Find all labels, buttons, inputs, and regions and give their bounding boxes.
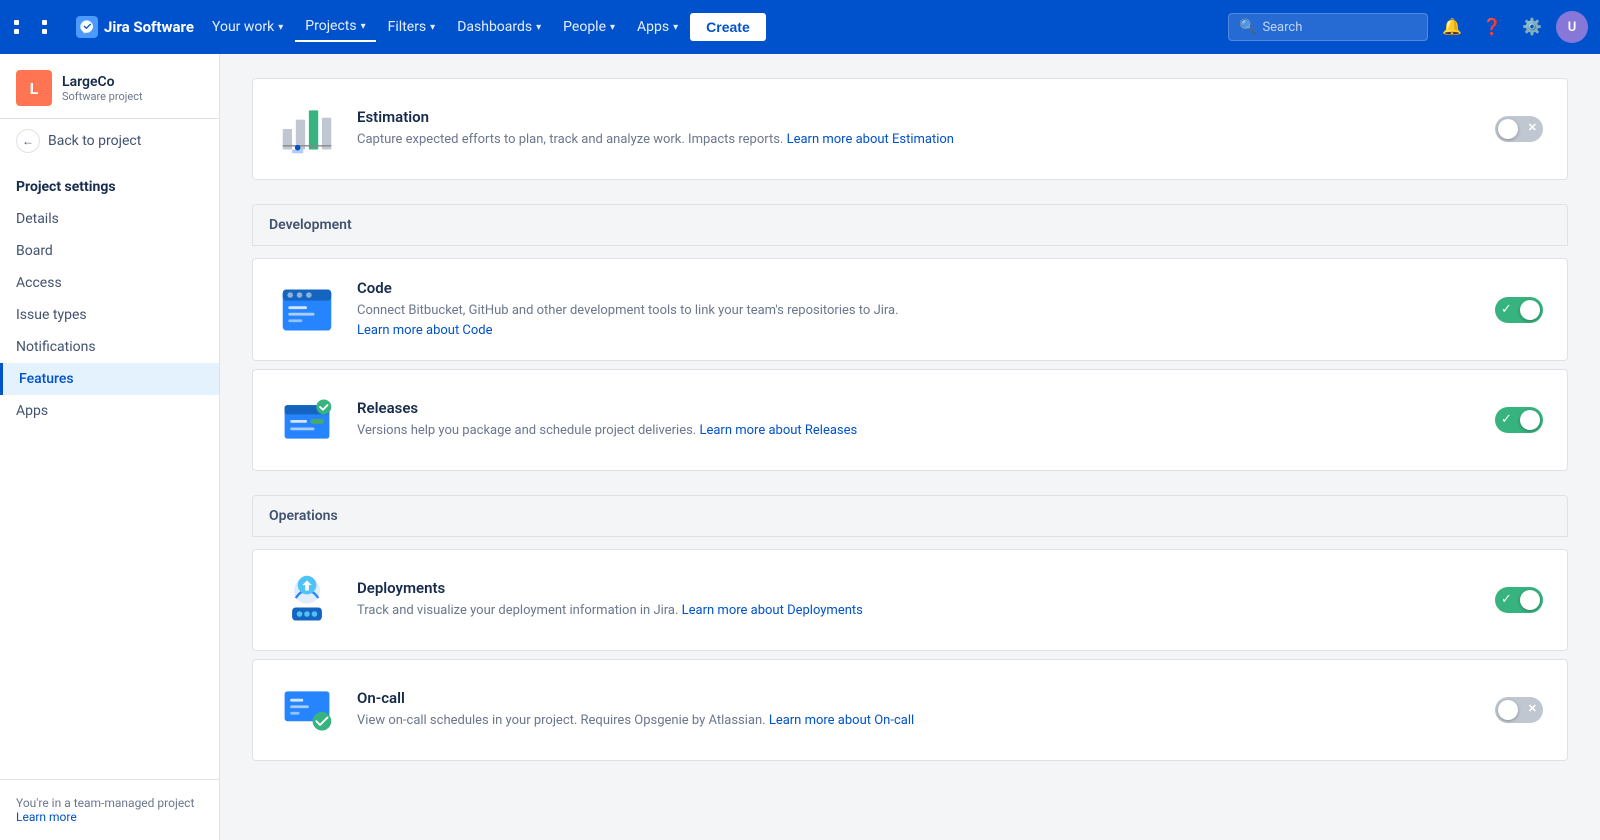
search-box[interactable]: 🔍 Search bbox=[1228, 13, 1428, 41]
nav-links: Your work ▾ Projects ▾ Filters ▾ Dashboa… bbox=[202, 12, 1220, 42]
operations-section-title: Operations bbox=[252, 495, 1568, 537]
oncall-icon-wrap bbox=[277, 680, 337, 740]
estimation-text: Estimation Capture expected efforts to p… bbox=[357, 108, 1475, 150]
sidebar-project: L LargeCo Software project bbox=[0, 54, 219, 119]
code-learn-more-link[interactable]: Learn more about Code bbox=[357, 323, 493, 338]
releases-icon-wrap bbox=[277, 390, 337, 450]
estimation-desc: Capture expected efforts to plan, track … bbox=[357, 130, 1475, 150]
estimation-section: Estimation Capture expected efforts to p… bbox=[252, 78, 1568, 180]
chevron-down-icon: ▾ bbox=[278, 22, 283, 33]
nav-people[interactable]: People ▾ bbox=[553, 13, 625, 41]
estimation-toggle-track: ✕ bbox=[1495, 116, 1543, 142]
deployments-toggle-track: ✓ bbox=[1495, 587, 1543, 613]
project-info: LargeCo Software project bbox=[62, 74, 143, 103]
deployments-toggle-thumb bbox=[1520, 590, 1540, 610]
chevron-down-icon: ▾ bbox=[536, 22, 541, 33]
main-content: Estimation Capture expected efforts to p… bbox=[220, 54, 1600, 840]
sidebar-item-details[interactable]: Details bbox=[0, 203, 219, 235]
top-navigation: Jira Software Your work ▾ Projects ▾ Fil… bbox=[0, 0, 1600, 54]
chevron-down-icon: ▾ bbox=[610, 22, 615, 33]
releases-name: Releases bbox=[357, 399, 1475, 417]
back-arrow-icon: ← bbox=[16, 129, 40, 153]
estimation-learn-more-link[interactable]: Learn more about Estimation bbox=[787, 132, 954, 147]
sidebar-footer: You're in a team-managed project Learn m… bbox=[0, 779, 219, 840]
releases-learn-more-link[interactable]: Learn more about Releases bbox=[699, 423, 857, 438]
settings-button[interactable]: ⚙️ bbox=[1516, 11, 1548, 43]
project-type: Software project bbox=[62, 90, 143, 103]
chevron-down-icon: ▾ bbox=[673, 22, 678, 33]
search-placeholder: Search bbox=[1262, 20, 1302, 35]
sidebar-item-issue-types[interactable]: Issue types bbox=[0, 299, 219, 331]
releases-toggle-thumb bbox=[1520, 410, 1540, 430]
deployments-name: Deployments bbox=[357, 579, 1475, 597]
sidebar-item-features[interactable]: Features bbox=[0, 363, 219, 395]
oncall-card: On-call View on-call schedules in your p… bbox=[252, 659, 1568, 761]
chevron-down-icon: ▾ bbox=[361, 21, 366, 32]
project-icon: L bbox=[16, 70, 52, 106]
oncall-text: On-call View on-call schedules in your p… bbox=[357, 689, 1475, 731]
search-icon: 🔍 bbox=[1239, 19, 1256, 35]
sidebar-item-access[interactable]: Access bbox=[0, 267, 219, 299]
grid-icon[interactable] bbox=[12, 18, 68, 36]
deployments-toggle[interactable]: ✓ bbox=[1495, 587, 1543, 613]
estimation-icon-wrap bbox=[277, 99, 337, 159]
deployments-desc: Track and visualize your deployment info… bbox=[357, 601, 1475, 621]
chevron-down-icon: ▾ bbox=[430, 22, 435, 33]
sidebar: L LargeCo Software project ← Back to pro… bbox=[0, 54, 220, 840]
sidebar-section-title: Project settings bbox=[0, 163, 219, 203]
deployments-text: Deployments Track and visualize your dep… bbox=[357, 579, 1475, 621]
app-logo[interactable]: Jira Software bbox=[76, 16, 194, 38]
app-layout: L LargeCo Software project ← Back to pro… bbox=[0, 54, 1600, 840]
oncall-toggle-track: ✕ bbox=[1495, 697, 1543, 723]
oncall-learn-more-link[interactable]: Learn more about On-call bbox=[769, 713, 914, 728]
nav-apps[interactable]: Apps ▾ bbox=[627, 13, 688, 41]
notifications-button[interactable]: 🔔 bbox=[1436, 11, 1468, 43]
sidebar-item-apps[interactable]: Apps bbox=[0, 395, 219, 427]
deployments-card: Deployments Track and visualize your dep… bbox=[252, 549, 1568, 651]
code-icon-wrap bbox=[277, 280, 337, 340]
code-text: Code Connect Bitbucket, GitHub and other… bbox=[357, 279, 1475, 340]
releases-desc: Versions help you package and schedule p… bbox=[357, 421, 1475, 441]
sidebar-learn-more[interactable]: Learn more bbox=[16, 810, 77, 824]
releases-card: Releases Versions help you package and s… bbox=[252, 369, 1568, 471]
nav-projects[interactable]: Projects ▾ bbox=[295, 12, 375, 42]
user-avatar[interactable]: U bbox=[1556, 11, 1588, 43]
estimation-card: Estimation Capture expected efforts to p… bbox=[252, 78, 1568, 180]
code-desc: Connect Bitbucket, GitHub and other deve… bbox=[357, 301, 1475, 340]
deployments-icon-wrap bbox=[277, 570, 337, 630]
code-name: Code bbox=[357, 279, 1475, 297]
releases-toggle[interactable]: ✓ bbox=[1495, 407, 1543, 433]
nav-dashboards[interactable]: Dashboards ▾ bbox=[447, 13, 551, 41]
code-toggle-track: ✓ bbox=[1495, 297, 1543, 323]
sidebar-nav: Details Board Access Issue types Notific… bbox=[0, 203, 219, 427]
estimation-name: Estimation bbox=[357, 108, 1475, 126]
oncall-desc: View on-call schedules in your project. … bbox=[357, 711, 1475, 731]
deployments-learn-more-link[interactable]: Learn more about Deployments bbox=[682, 603, 863, 618]
oncall-name: On-call bbox=[357, 689, 1475, 707]
help-button[interactable]: ❓ bbox=[1476, 11, 1508, 43]
estimation-toggle[interactable]: ✕ bbox=[1495, 116, 1543, 142]
sidebar-item-notifications[interactable]: Notifications bbox=[0, 331, 219, 363]
operations-section: Operations Deploy bbox=[252, 495, 1568, 761]
sidebar-item-board[interactable]: Board bbox=[0, 235, 219, 267]
nav-filters[interactable]: Filters ▾ bbox=[378, 13, 446, 41]
back-to-project[interactable]: ← Back to project bbox=[0, 119, 219, 163]
oncall-toggle-thumb bbox=[1498, 700, 1518, 720]
project-name: LargeCo bbox=[62, 74, 143, 90]
development-section: Development Code bbox=[252, 204, 1568, 471]
estimation-toggle-thumb bbox=[1498, 119, 1518, 139]
development-section-title: Development bbox=[252, 204, 1568, 246]
create-button[interactable]: Create bbox=[690, 13, 766, 41]
releases-text: Releases Versions help you package and s… bbox=[357, 399, 1475, 441]
oncall-toggle[interactable]: ✕ bbox=[1495, 697, 1543, 723]
code-card: Code Connect Bitbucket, GitHub and other… bbox=[252, 258, 1568, 361]
code-toggle-thumb bbox=[1520, 300, 1540, 320]
app-name: Jira Software bbox=[104, 18, 194, 36]
releases-toggle-track: ✓ bbox=[1495, 407, 1543, 433]
topnav-right: 🔍 Search 🔔 ❓ ⚙️ U bbox=[1228, 11, 1588, 43]
code-toggle[interactable]: ✓ bbox=[1495, 297, 1543, 323]
nav-your-work[interactable]: Your work ▾ bbox=[202, 13, 293, 41]
